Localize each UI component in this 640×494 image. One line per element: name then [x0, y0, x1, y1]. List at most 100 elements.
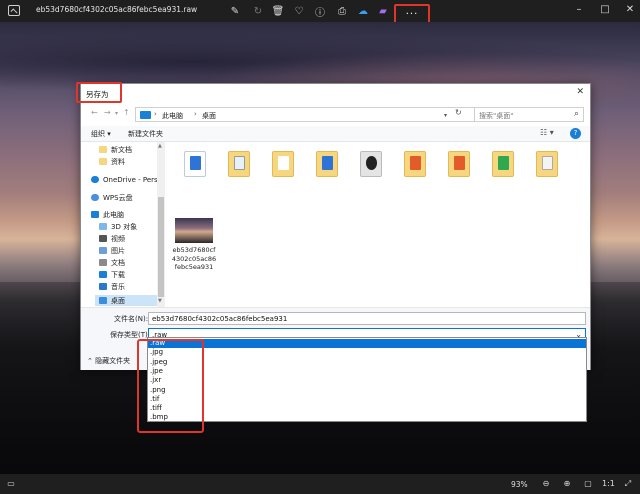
onedrive-icon[interactable]: ☁ [355, 3, 371, 19]
folder-item[interactable] [308, 145, 348, 185]
nav-item-3d-objects[interactable]: 3D 对象 [99, 221, 137, 232]
nav-item-folder-materials[interactable]: 资料 [99, 156, 125, 167]
minimize-button[interactable]: – [571, 2, 587, 18]
filetype-option[interactable]: .png [148, 386, 586, 395]
delete-icon[interactable]: 🗑 [270, 3, 286, 19]
cube-icon [99, 223, 107, 230]
nav-item-onedrive[interactable]: OneDrive - Perso [91, 174, 162, 185]
nav-item-music[interactable]: 音乐 [99, 281, 125, 292]
chevron-right-icon: › [154, 110, 157, 118]
folder-item[interactable] [396, 145, 436, 185]
folder-item[interactable] [264, 145, 304, 185]
dialog-close-icon[interactable]: ✕ [576, 87, 584, 97]
folder-item[interactable] [528, 145, 568, 185]
fit-window-icon[interactable]: ▢ [582, 478, 594, 490]
file-item[interactable] [176, 145, 216, 185]
folder-icon [228, 151, 250, 177]
filetype-option[interactable]: .tif [148, 395, 586, 404]
filetype-option[interactable]: .jpg [148, 348, 586, 357]
refresh-icon[interactable]: ↻ [455, 108, 462, 117]
print-icon[interactable]: ⎙ [334, 3, 350, 19]
folder-icon [316, 151, 338, 177]
image-thumbnail[interactable] [175, 218, 213, 243]
edit-icon[interactable]: ✎ [227, 3, 243, 19]
maximize-button[interactable]: □ [597, 2, 613, 18]
folder-icon [99, 146, 107, 153]
chevron-down-icon[interactable]: ▾ [444, 112, 447, 119]
rotate-icon[interactable]: ↻ [250, 3, 266, 19]
folder-icon [404, 151, 426, 177]
new-folder-button[interactable]: 新建文件夹 [128, 129, 163, 139]
folder-icon [536, 151, 558, 177]
filetype-option[interactable]: .jpeg [148, 358, 586, 367]
search-placeholder: 搜索"桌面" [479, 112, 514, 120]
up-icon[interactable]: ↑ [123, 108, 130, 117]
clipchamp-icon[interactable]: ▰ [375, 3, 391, 19]
zoom-in-icon[interactable]: ⊕ [561, 478, 573, 490]
address-bar[interactable]: › 此电脑 › 桌面 ▾ [135, 107, 475, 122]
video-icon [99, 235, 107, 242]
favorite-icon[interactable]: ♡ [291, 3, 307, 19]
filetype-dropdown-list: .raw .jpg .jpeg .jpe .jxr .png .tif .tif… [147, 337, 587, 422]
nav-item-this-pc[interactable]: 此电脑 [91, 209, 124, 220]
nav-item-downloads[interactable]: 下载 [99, 269, 125, 280]
dialog-toolbar: 组织 ▾ 新建文件夹 ☷ ▾ ? [81, 126, 590, 142]
pc-icon [140, 111, 151, 119]
pc-icon [91, 211, 99, 218]
scroll-down-icon[interactable]: ▼ [158, 298, 162, 304]
navigation-row: ← → ▾ ↑ › 此电脑 › 桌面 ▾ ↻ 搜索"桌面" ⌕ [81, 106, 590, 124]
nav-item-desktop[interactable]: 桌面 [95, 295, 157, 306]
file-list: eb53d7680cf4302c05ac86febc5ea931 [166, 142, 588, 307]
recent-locations-icon[interactable]: ▾ [115, 110, 118, 117]
folder-item[interactable] [484, 145, 524, 185]
folder-item[interactable] [440, 145, 480, 185]
app-bottombar: ▭ 93% ⊖ ⊕ ▢ 1:1 ⤢ [0, 474, 640, 494]
folder-icon [272, 151, 294, 177]
davinci-app-icon [360, 151, 382, 177]
scrollbar-thumb[interactable] [158, 197, 164, 297]
nav-item-pictures[interactable]: 图片 [99, 245, 125, 256]
scroll-up-icon[interactable]: ▲ [158, 143, 162, 149]
filetype-option[interactable]: .raw [148, 339, 586, 349]
file-item-label: eb53d7680cf4302c05ac86febc5ea931 [171, 246, 217, 271]
zoom-level: 93% [511, 480, 528, 489]
zoom-out-icon[interactable]: ⊖ [540, 478, 552, 490]
forward-icon[interactable]: → [104, 108, 111, 117]
filetype-option[interactable]: .tiff [148, 404, 586, 413]
folder-item[interactable] [220, 145, 260, 185]
info-icon[interactable]: ⓘ [312, 3, 328, 19]
filetype-option[interactable]: .jxr [148, 376, 586, 385]
title-highlight-box [76, 82, 122, 103]
file-item[interactable] [352, 145, 392, 185]
nav-item-folder-new-docs[interactable]: 新文档 [99, 144, 132, 155]
nav-item-wps-cloud[interactable]: WPS云盘 [91, 192, 133, 203]
navigation-pane: 新文档 资料 OneDrive - Perso WPS云盘 此电脑 3D 对象 … [81, 142, 165, 307]
filmstrip-icon[interactable]: ▭ [5, 478, 17, 490]
nav-pane-scrollbar[interactable]: ▲ ▼ [157, 142, 165, 307]
search-input[interactable]: 搜索"桌面" ⌕ [474, 107, 584, 122]
actual-size-icon[interactable]: 1:1 [602, 478, 615, 490]
image-icon [99, 247, 107, 254]
save-as-dialog: 另存为 ✕ ← → ▾ ↑ › 此电脑 › 桌面 ▾ ↻ 搜索"桌面" ⌕ 组织… [80, 83, 591, 370]
hide-folders-toggle[interactable]: ⌃ 隐藏文件夹 [87, 356, 130, 366]
nav-item-documents[interactable]: 文档 [99, 257, 125, 268]
search-icon: ⌕ [573, 109, 579, 119]
view-options-icon[interactable]: ☷ ▾ [540, 128, 554, 137]
breadcrumb-pc[interactable]: 此电脑 [162, 111, 183, 121]
nav-item-videos[interactable]: 视频 [99, 233, 125, 244]
cloud-icon [91, 194, 99, 201]
filetype-option[interactable]: .bmp [148, 413, 586, 422]
folder-icon [448, 151, 470, 177]
close-button[interactable]: ✕ [622, 2, 638, 18]
filetype-option[interactable]: .jpe [148, 367, 586, 376]
more-options-button[interactable]: ··· [394, 4, 430, 24]
fullscreen-icon[interactable]: ⤢ [622, 478, 634, 490]
back-icon[interactable]: ← [91, 108, 98, 117]
desktop-icon [99, 297, 107, 304]
help-icon[interactable]: ? [570, 128, 581, 139]
filename-label: 文件名(N): [114, 315, 149, 323]
cloud-icon [91, 176, 99, 183]
organize-button[interactable]: 组织 ▾ [91, 129, 111, 139]
breadcrumb-desktop[interactable]: 桌面 [202, 111, 216, 121]
filename-field[interactable]: eb53d7680cf4302c05ac86febc5ea931 [148, 312, 586, 325]
